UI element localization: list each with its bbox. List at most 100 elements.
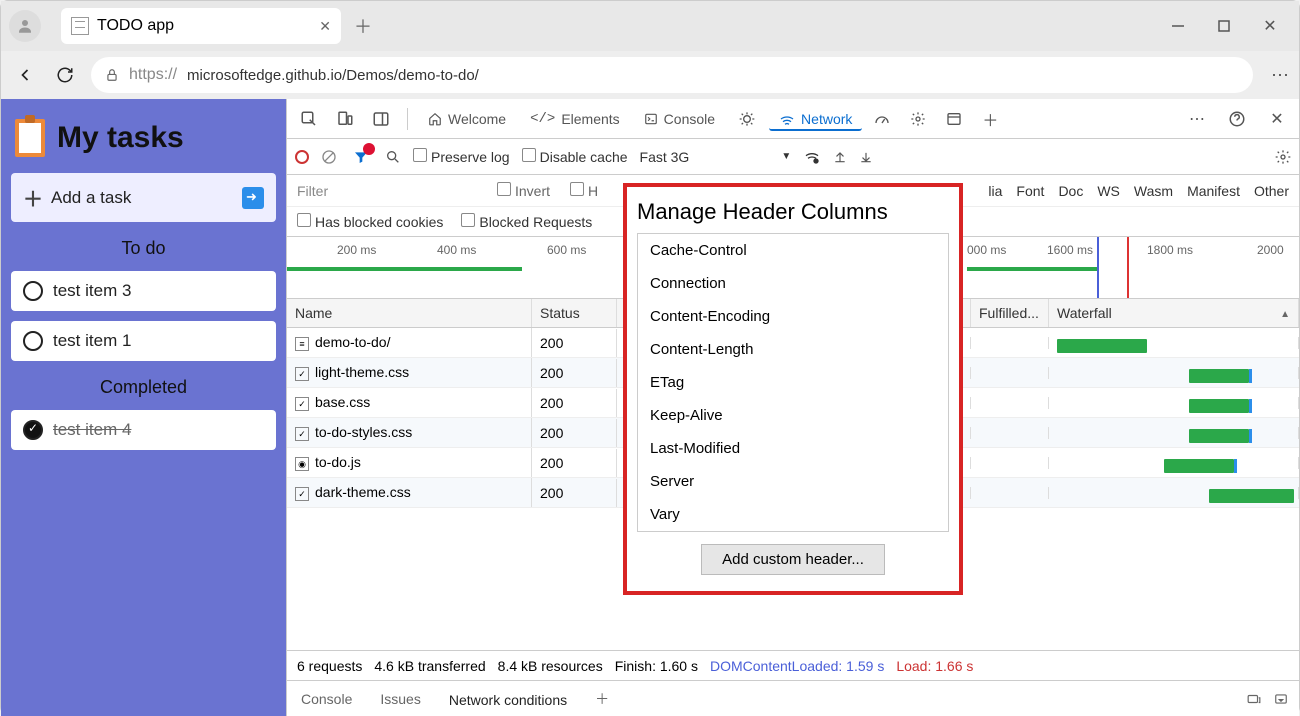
favicon-icon bbox=[71, 17, 89, 35]
blocked-requests-checkbox[interactable]: Blocked Requests bbox=[461, 213, 592, 230]
task-item[interactable]: test item 1 bbox=[11, 321, 276, 361]
status-load: Load: 1.66 s bbox=[896, 658, 973, 674]
header-column-option[interactable]: Keep-Alive bbox=[638, 399, 948, 432]
filter-type[interactable]: lia bbox=[988, 183, 1002, 199]
add-custom-header-button[interactable]: Add custom header... bbox=[701, 544, 885, 575]
refresh-button[interactable] bbox=[51, 61, 79, 89]
app-icon[interactable] bbox=[938, 105, 970, 133]
filter-type[interactable]: WS bbox=[1097, 183, 1120, 199]
maximize-icon[interactable] bbox=[1215, 17, 1233, 35]
tab-debugger[interactable] bbox=[729, 107, 765, 131]
tab-elements[interactable]: </>Elements bbox=[520, 107, 630, 131]
tab-console[interactable]: Console bbox=[634, 107, 725, 131]
header-column-option[interactable]: Server bbox=[638, 465, 948, 498]
inspect-icon[interactable] bbox=[293, 105, 325, 133]
checkbox-checked-icon[interactable] bbox=[23, 420, 43, 440]
column-fulfilled[interactable]: Fulfilled... bbox=[971, 299, 1049, 327]
filter-type[interactable]: Manifest bbox=[1187, 183, 1240, 199]
tab-network[interactable]: Network bbox=[769, 107, 862, 131]
submit-arrow-icon[interactable] bbox=[242, 187, 264, 209]
url-text: microsoftedge.github.io/Demos/demo-to-do… bbox=[187, 67, 479, 84]
checkbox-icon[interactable] bbox=[23, 331, 43, 351]
add-task-button[interactable]: ＋ Add a task bbox=[11, 173, 276, 222]
task-label: test item 3 bbox=[53, 281, 131, 301]
new-tab-button[interactable]: ＋ bbox=[349, 12, 377, 40]
clipboard-icon bbox=[15, 119, 45, 157]
dropdown-icon[interactable]: ▼ bbox=[781, 151, 791, 162]
download-icon[interactable] bbox=[859, 149, 873, 165]
header-column-option[interactable]: Last-Modified bbox=[638, 432, 948, 465]
blocked-cookies-checkbox[interactable]: Has blocked cookies bbox=[297, 213, 443, 230]
status-resources: 8.4 kB resources bbox=[498, 658, 603, 674]
task-label: test item 4 bbox=[53, 420, 131, 440]
hide-checkbox[interactable]: H bbox=[570, 182, 598, 199]
tab-welcome[interactable]: Welcome bbox=[418, 107, 516, 131]
minimize-icon[interactable] bbox=[1169, 17, 1187, 35]
performance-icon[interactable] bbox=[866, 105, 898, 133]
record-button[interactable] bbox=[295, 150, 309, 164]
browser-menu-button[interactable]: ⋯ bbox=[1271, 65, 1289, 86]
upload-icon[interactable] bbox=[833, 149, 847, 165]
header-column-option[interactable]: Content-Encoding bbox=[638, 300, 948, 333]
header-column-option[interactable]: Connection bbox=[638, 267, 948, 300]
wifi-settings-icon[interactable] bbox=[803, 149, 821, 165]
header-column-option[interactable]: ETag bbox=[638, 366, 948, 399]
section-todo-heading: To do bbox=[11, 232, 276, 261]
disable-cache-checkbox[interactable]: Disable cache bbox=[522, 148, 628, 165]
status-requests: 6 requests bbox=[297, 658, 362, 674]
more-icon[interactable]: ⋯ bbox=[1181, 105, 1213, 133]
settings-gear-icon[interactable] bbox=[1275, 149, 1291, 165]
throttle-select[interactable]: Fast 3G bbox=[640, 149, 690, 165]
drawer-icon[interactable] bbox=[1245, 692, 1263, 706]
drawer-add-tab[interactable]: ＋ bbox=[581, 683, 623, 715]
invert-checkbox[interactable]: Invert bbox=[497, 182, 550, 199]
document-icon: ≡ bbox=[295, 337, 309, 351]
add-tab-icon[interactable]: ＋ bbox=[974, 105, 1006, 133]
section-completed-heading: Completed bbox=[11, 371, 276, 400]
drawer-tab-console[interactable]: Console bbox=[287, 685, 366, 713]
column-name[interactable]: Name bbox=[287, 299, 532, 327]
close-window-icon[interactable]: ✕ bbox=[1261, 17, 1279, 35]
drawer-tab-netcond[interactable]: Network conditions bbox=[435, 684, 581, 714]
popup-title: Manage Header Columns bbox=[637, 195, 949, 233]
dock-icon[interactable] bbox=[365, 105, 397, 133]
status-transferred: 4.6 kB transferred bbox=[374, 658, 485, 674]
profile-button[interactable] bbox=[9, 10, 41, 42]
gear-icon[interactable] bbox=[902, 105, 934, 133]
back-button[interactable] bbox=[11, 61, 39, 89]
network-status-bar: 6 requests 4.6 kB transferred 8.4 kB res… bbox=[287, 650, 1299, 680]
filter-input[interactable]: Filter bbox=[297, 183, 477, 199]
filter-toggle-icon[interactable] bbox=[349, 145, 373, 169]
css-icon: ✓ bbox=[295, 487, 309, 501]
status-dcl: DOMContentLoaded: 1.59 s bbox=[710, 658, 884, 674]
column-status[interactable]: Status bbox=[532, 299, 617, 327]
js-icon: ◉ bbox=[295, 457, 309, 471]
drawer-tab-issues[interactable]: Issues bbox=[366, 685, 434, 713]
search-icon[interactable] bbox=[385, 149, 401, 165]
column-waterfall[interactable]: Waterfall▲ bbox=[1049, 299, 1299, 327]
device-icon[interactable] bbox=[329, 105, 361, 133]
preserve-log-checkbox[interactable]: Preserve log bbox=[413, 148, 510, 165]
task-label: test item 1 bbox=[53, 331, 131, 351]
todo-app-panel: My tasks ＋ Add a task To do test item 3 … bbox=[1, 99, 286, 716]
header-column-option[interactable]: Cache-Control bbox=[638, 234, 948, 267]
help-icon[interactable] bbox=[1221, 105, 1253, 133]
drawer-expand-icon[interactable] bbox=[1273, 692, 1289, 706]
lock-icon bbox=[105, 67, 119, 83]
filter-type[interactable]: Font bbox=[1016, 183, 1044, 199]
task-item-done[interactable]: test item 4 bbox=[11, 410, 276, 450]
css-icon: ✓ bbox=[295, 367, 309, 381]
close-devtools-icon[interactable]: ✕ bbox=[1261, 105, 1293, 133]
header-column-option[interactable]: Vary bbox=[638, 498, 948, 531]
header-column-option[interactable]: Content-Length bbox=[638, 333, 948, 366]
task-item[interactable]: test item 3 bbox=[11, 271, 276, 311]
filter-type[interactable]: Doc bbox=[1058, 183, 1083, 199]
browser-tab[interactable]: TODO app ✕ bbox=[61, 8, 341, 44]
filter-type[interactable]: Other bbox=[1254, 183, 1289, 199]
close-tab-icon[interactable]: ✕ bbox=[319, 18, 331, 35]
clear-icon[interactable] bbox=[321, 149, 337, 165]
page-title: My tasks bbox=[57, 121, 184, 155]
checkbox-icon[interactable] bbox=[23, 281, 43, 301]
filter-type[interactable]: Wasm bbox=[1134, 183, 1173, 199]
address-bar[interactable]: https://microsoftedge.github.io/Demos/de… bbox=[91, 57, 1253, 93]
